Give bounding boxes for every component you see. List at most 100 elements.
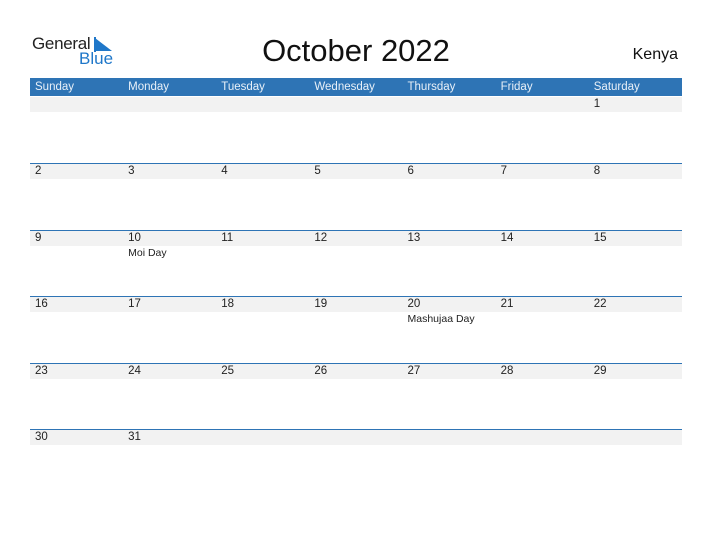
day-cell: 17 [123, 297, 216, 326]
day-number: 4 [221, 165, 228, 177]
day-cell [496, 97, 589, 112]
weekday-wednesday: Wednesday [314, 81, 375, 93]
day-number: 21 [500, 298, 514, 310]
day-cell: 1 [589, 97, 682, 112]
day-number: 24 [128, 365, 141, 377]
day-cell: 19 [309, 297, 402, 326]
day-number: 18 [221, 298, 235, 310]
day-cell: 4 [216, 164, 309, 179]
day-number: 2 [35, 165, 42, 177]
day-cell: 7 [496, 164, 589, 179]
weekday-monday: Monday [128, 81, 170, 93]
week-cells: 1 [30, 97, 682, 112]
day-number: 25 [221, 365, 235, 377]
day-cell [216, 97, 309, 112]
day-number [221, 97, 309, 112]
day-number: 10 [128, 232, 141, 244]
day-cell [403, 97, 496, 112]
day-number: 17 [128, 298, 141, 310]
day-cell [309, 97, 402, 112]
day-number [35, 97, 123, 112]
day-number [501, 97, 589, 112]
day-cell: 26 [309, 364, 402, 379]
day-cell [403, 430, 496, 445]
weekday-header: Sunday Monday Tuesday Wednesday Thursday… [30, 78, 682, 96]
day-number: 26 [314, 365, 328, 377]
weekday-friday: Friday [500, 81, 533, 93]
week-row: 2 3 4 5 6 7 8 [30, 163, 682, 229]
week-cells: 23 24 25 26 27 28 29 [30, 364, 682, 379]
day-number: 1 [593, 98, 601, 110]
weekday-tuesday: Tuesday [221, 81, 265, 93]
holiday-label: Mashujaa Day [407, 313, 475, 325]
day-number [314, 97, 402, 112]
weekday-thursday: Thursday [407, 81, 456, 93]
day-number: 23 [35, 365, 48, 377]
day-cell [30, 97, 123, 112]
day-number: 5 [314, 165, 321, 177]
day-number: 31 [128, 431, 141, 443]
day-number: 8 [593, 165, 601, 177]
day-cell: 8 [589, 164, 682, 179]
day-cell: 15 [589, 231, 682, 260]
day-cell: 10 Moi Day [123, 231, 216, 260]
day-number: 11 [221, 232, 234, 244]
day-cell: 18 [216, 297, 309, 326]
week-cells: 2 3 4 5 6 7 8 [30, 164, 682, 179]
day-cell: 16 [30, 297, 123, 326]
day-number: 22 [593, 298, 607, 310]
day-cell: 23 [30, 364, 123, 379]
day-cell: 12 [309, 231, 402, 260]
day-cell: 6 [403, 164, 496, 179]
day-cell: 3 [123, 164, 216, 179]
week-row: 16 17 18 19 20 Mashujaa Day 21 22 [30, 296, 682, 362]
day-number [594, 430, 682, 445]
day-cell [496, 430, 589, 445]
day-cell: 25 [216, 364, 309, 379]
day-cell: 14 [496, 231, 589, 260]
day-number: 7 [500, 165, 508, 177]
day-cell: 27 [403, 364, 496, 379]
day-cell [123, 97, 216, 112]
week-row: 30 31 [30, 429, 682, 495]
week-row: 23 24 25 26 27 28 29 [30, 363, 682, 429]
day-number: 13 [407, 232, 421, 244]
day-cell: 29 [589, 364, 682, 379]
day-number: 12 [314, 232, 328, 244]
day-cell: 28 [496, 364, 589, 379]
day-number: 9 [35, 232, 42, 244]
calendar-title: October 2022 [262, 33, 450, 68]
day-number: 16 [35, 298, 48, 310]
day-number [128, 97, 216, 112]
day-cell: 22 [589, 297, 682, 326]
day-number: 15 [593, 232, 607, 244]
day-cell: 5 [309, 164, 402, 179]
weekday-sunday: Sunday [35, 81, 75, 93]
holiday-label: Moi Day [128, 247, 167, 259]
day-number: 20 [407, 298, 421, 310]
day-number [408, 97, 496, 112]
day-number: 27 [407, 365, 421, 377]
day-cell: 2 [30, 164, 123, 179]
weekday-saturday: Saturday [593, 81, 640, 93]
week-cells: 16 17 18 19 20 Mashujaa Day 21 22 [30, 297, 682, 326]
country-label: Kenya [632, 46, 678, 63]
day-number [221, 430, 309, 445]
week-cells: 9 10 Moi Day 11 12 13 14 15 [30, 231, 682, 260]
day-number: 14 [500, 232, 514, 244]
day-number [501, 430, 589, 445]
day-number: 19 [314, 298, 328, 310]
day-cell: 13 [403, 231, 496, 260]
day-cell: 21 [496, 297, 589, 326]
day-number: 29 [593, 365, 607, 377]
day-cell: 20 Mashujaa Day [403, 297, 496, 326]
day-cell: 9 [30, 231, 123, 260]
day-cell: 31 [123, 430, 216, 445]
day-number: 28 [500, 365, 514, 377]
day-cell [589, 430, 682, 445]
day-cell [309, 430, 402, 445]
day-cell: 24 [123, 364, 216, 379]
day-number: 30 [35, 431, 48, 443]
week-cells: 30 31 [30, 430, 682, 445]
week-row: 1 [30, 96, 682, 162]
